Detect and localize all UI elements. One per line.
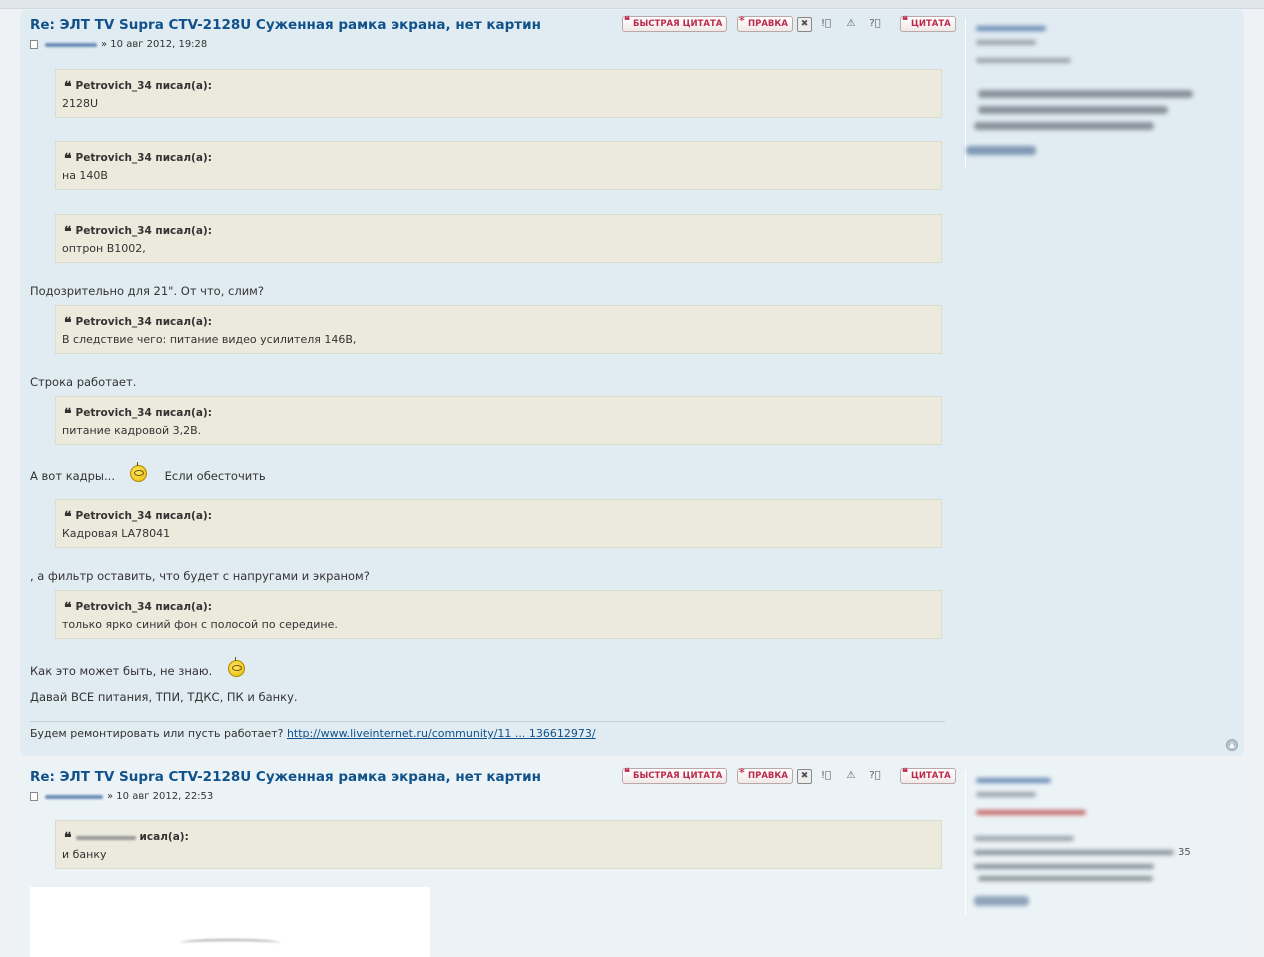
profile-username[interactable]	[976, 26, 1046, 31]
profile-detail	[974, 864, 1154, 869]
post: Re: ЭЛТ TV Supra CTV-2128U Суженная рамк…	[20, 10, 1244, 756]
post-author-line: » 10 авг 2012, 22:53	[30, 791, 213, 802]
quote-text: только ярко синий фон с полосой по серед…	[62, 618, 338, 631]
post-title[interactable]: Re: ЭЛТ TV Supra CTV-2128U Суженная рамк…	[30, 17, 541, 33]
post-text: Подозрительно для 21". От что, слим?	[30, 284, 264, 298]
author-name[interactable]	[45, 794, 103, 799]
profile-rank	[976, 792, 1036, 797]
post-title[interactable]: Re: ЭЛТ TV Supra CTV-2128U Суженная рамк…	[30, 769, 541, 785]
warn-icon[interactable]: !⃝	[818, 768, 834, 784]
quote-text: Кадровая LA78041	[62, 527, 171, 540]
quote-author-name	[75, 836, 136, 840]
quote-author: ❝ Petrovich_34 писал(а):	[64, 509, 212, 525]
quote-icon: ❝	[64, 315, 72, 331]
quote-icon: ❝	[64, 406, 72, 422]
signature-divider	[30, 721, 945, 722]
quote-icon: ❝	[64, 600, 72, 616]
smiley-icon	[130, 462, 148, 482]
edit-button[interactable]: * ПРАВКА	[737, 14, 793, 32]
profile-detail	[976, 58, 1071, 63]
delete-icon[interactable]: ✖	[797, 17, 812, 32]
post-icon[interactable]	[30, 792, 38, 801]
post-date: » 10 авг 2012, 19:28	[101, 39, 208, 50]
quote-text: на 140В	[62, 169, 108, 182]
post-buttons: ❝ БЫСТРАЯ ЦИТАТА * ПРАВКА ✖ !⃝ ⚠ ?⃝ ❝ ЦИТАТ…	[622, 766, 956, 784]
quote-block: ❝ Petrovich_34 писал(а): Кадровая LA78041	[55, 499, 942, 548]
report-icon[interactable]: ⚠	[843, 16, 859, 32]
post-text: А вот кадры... Если обесточить	[30, 462, 266, 483]
post-text: , а фильтр оставить, что будет с напруга…	[30, 569, 370, 583]
profile-rank	[976, 40, 1036, 45]
quote-text: оптрон В1002,	[62, 242, 146, 255]
quick-quote-button[interactable]: ❝ БЫСТРАЯ ЦИТАТА	[622, 766, 728, 784]
quote-text: питание кадровой 3,2В.	[62, 424, 202, 437]
warn-icon[interactable]: !⃝	[818, 16, 834, 32]
profile-detail	[978, 90, 1193, 98]
edit-button[interactable]: * ПРАВКА	[737, 766, 793, 784]
image-content	[180, 939, 280, 947]
author-name[interactable]	[45, 42, 97, 47]
signature: Будем ремонтировать или пусть работает? …	[30, 727, 596, 740]
quote-author: ❝ исал(а):	[64, 830, 189, 846]
quote-author: ❝ Petrovich_34 писал(а):	[64, 600, 212, 616]
quote-block: ❝ исал(а): и банку	[55, 820, 942, 869]
post-buttons: ❝ БЫСТРАЯ ЦИТАТА * ПРАВКА ✖ !⃝ ⚠ ?⃝ ❝ ЦИТАТ…	[622, 14, 956, 32]
quote-author: ❝ Petrovich_34 писал(а):	[64, 224, 212, 240]
top-bar	[0, 0, 1264, 9]
post-icon[interactable]	[30, 40, 38, 49]
profile-detail	[974, 122, 1154, 130]
delete-icon[interactable]: ✖	[797, 769, 812, 784]
profile-detail-text: 35	[1178, 847, 1191, 858]
profile-avatar	[974, 896, 1029, 906]
quote-icon: ❝	[64, 151, 72, 167]
profile-detail	[978, 106, 1168, 114]
profile-detail	[978, 876, 1153, 881]
post-text: Давай ВСЕ питания, ТПИ, ТДКС, ПК и банку…	[30, 690, 298, 704]
post-text: Как это может быть, не знаю.	[30, 657, 245, 678]
quote-author: ❝ Petrovich_34 писал(а):	[64, 315, 212, 331]
profile-avatar	[966, 146, 1036, 155]
quote-author: ❝ Petrovich_34 писал(а):	[64, 79, 212, 95]
quote-text: и банку	[62, 848, 107, 861]
post: Re: ЭЛТ TV Supra CTV-2128U Суженная рамк…	[20, 762, 1244, 957]
quote-block: ❝ Petrovich_34 писал(а): оптрон В1002,	[55, 214, 942, 263]
profile-username[interactable]	[976, 778, 1051, 783]
quote-author: ❝ Petrovich_34 писал(а):	[64, 151, 212, 167]
quote-icon: ❝	[64, 509, 72, 525]
signature-link[interactable]: http://www.liveinternet.ru/community/11 …	[287, 727, 596, 740]
quote-block: ❝ Petrovich_34 писал(а): В следствие чего…	[55, 305, 942, 354]
quote-icon: ❝	[64, 79, 72, 95]
quote-block: ❝ Petrovich_34 писал(а): 2128U	[55, 69, 942, 118]
author-profile: 35	[965, 770, 1226, 915]
info-icon[interactable]: ?⃝	[867, 16, 883, 32]
profile-detail	[974, 836, 1074, 841]
quote-block: ❝ Petrovich_34 писал(а): только ярко сини…	[55, 590, 942, 639]
quote-author: ❝ Petrovich_34 писал(а):	[64, 406, 212, 422]
quote-text: 2128U	[62, 97, 99, 110]
quick-quote-button[interactable]: ❝ БЫСТРАЯ ЦИТАТА	[622, 14, 728, 32]
back-to-top-icon[interactable]: ▲	[1226, 739, 1238, 751]
post-text: Строка работает.	[30, 375, 137, 389]
profile-detail	[976, 810, 1086, 815]
quote-button[interactable]: ❝ ЦИТАТА	[900, 766, 956, 784]
quote-block: ❝ Petrovich_34 писал(а): на 140В	[55, 141, 942, 190]
post-date: » 10 авг 2012, 22:53	[107, 791, 214, 802]
author-profile	[965, 18, 1226, 168]
attached-image[interactable]	[30, 887, 430, 957]
profile-detail	[974, 850, 1174, 855]
quote-block: ❝ Petrovich_34 писал(а): питание кадровой…	[55, 396, 942, 445]
post-author-line: » 10 авг 2012, 19:28	[30, 39, 207, 50]
smiley-icon	[227, 657, 245, 677]
quote-icon: ❝	[64, 224, 72, 240]
quote-text: В следствие чего: питание видео усилител…	[62, 333, 357, 346]
quote-button[interactable]: ❝ ЦИТАТА	[900, 14, 956, 32]
info-icon[interactable]: ?⃝	[867, 768, 883, 784]
quote-icon: ❝	[64, 830, 72, 846]
report-icon[interactable]: ⚠	[843, 768, 859, 784]
